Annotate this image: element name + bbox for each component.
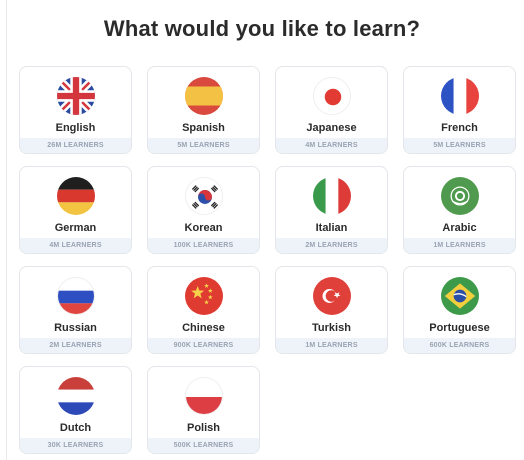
language-name: Portuguese (429, 322, 490, 334)
flag-russia-icon (56, 277, 95, 315)
learner-count: 26M LEARNERS (20, 138, 131, 153)
flag-italy-icon (312, 177, 351, 215)
language-card-chinese[interactable]: Chinese 900K LEARNERS (147, 266, 260, 354)
learner-count: 30K LEARNERS (20, 438, 131, 453)
flag-uk-icon (56, 77, 95, 115)
language-card-turkish[interactable]: Turkish 1M LEARNERS (275, 266, 388, 354)
learner-count: 5M LEARNERS (148, 138, 259, 153)
flag-arab-league-icon (440, 177, 479, 215)
language-name: Polish (186, 422, 220, 434)
flag-poland-icon (184, 377, 223, 415)
page-title: What would you like to learn? (103, 16, 421, 41)
language-card-russian[interactable]: Russian 2M LEARNERS (19, 266, 132, 354)
flag-brazil-icon (440, 277, 479, 315)
learner-count: 4M LEARNERS (20, 238, 131, 253)
learner-count: 4M LEARNERS (276, 138, 387, 153)
language-card-dutch[interactable]: Dutch 30K LEARNERS (19, 366, 132, 454)
language-card-arabic[interactable]: Arabic 1M LEARNERS (403, 166, 516, 254)
learner-count: 100K LEARNERS (148, 238, 259, 253)
flag-china-icon (184, 277, 223, 315)
learner-count: 900K LEARNERS (148, 338, 259, 353)
learner-count: 2M LEARNERS (20, 338, 131, 353)
learner-count: 1M LEARNERS (276, 338, 387, 353)
flag-korea-icon (184, 177, 223, 215)
flag-netherlands-icon (56, 377, 95, 415)
language-name: Russian (54, 322, 97, 334)
learner-count: 600K LEARNERS (404, 338, 515, 353)
learner-count: 1M LEARNERS (404, 238, 515, 253)
language-card-italian[interactable]: Italian 2M LEARNERS (275, 166, 388, 254)
flag-turkey-icon (312, 277, 351, 315)
language-name: Korean (184, 222, 223, 234)
language-grid: English 26M LEARNERS Spanish 5M LEARNERS… (19, 66, 516, 454)
flag-spain-icon (184, 77, 223, 115)
language-name: Arabic (442, 222, 477, 234)
language-card-polish[interactable]: Polish 500K LEARNERS (147, 366, 260, 454)
language-name: French (441, 122, 478, 134)
flag-france-icon (440, 77, 479, 115)
learner-count: 500K LEARNERS (148, 438, 259, 453)
language-card-portuguese[interactable]: Portuguese 600K LEARNERS (403, 266, 516, 354)
language-name: Dutch (59, 422, 92, 434)
learner-count: 5M LEARNERS (404, 138, 515, 153)
flag-germany-icon (56, 177, 95, 215)
language-card-german[interactable]: German 4M LEARNERS (19, 166, 132, 254)
language-name: Japanese (306, 122, 357, 134)
language-card-korean[interactable]: Korean 100K LEARNERS (147, 166, 260, 254)
language-card-english[interactable]: English 26M LEARNERS (19, 66, 132, 154)
language-name: Italian (315, 222, 348, 234)
learner-count: 2M LEARNERS (276, 238, 387, 253)
language-card-japanese[interactable]: Japanese 4M LEARNERS (275, 66, 388, 154)
language-name: Turkish (312, 322, 351, 334)
language-card-spanish[interactable]: Spanish 5M LEARNERS (147, 66, 260, 154)
language-card-french[interactable]: French 5M LEARNERS (403, 66, 516, 154)
language-name: German (54, 222, 97, 234)
language-name: Spanish (182, 122, 225, 134)
flag-japan-icon (312, 77, 351, 115)
language-name: English (55, 122, 96, 134)
language-name: Chinese (182, 322, 225, 334)
